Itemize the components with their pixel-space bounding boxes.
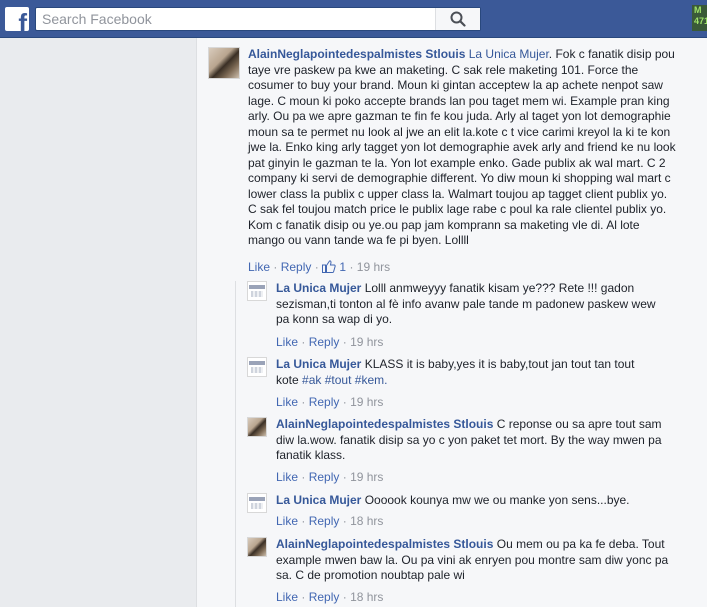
top-navigation-bar: f M 471 — [0, 0, 707, 38]
separator: · — [301, 395, 309, 409]
separator: · — [301, 590, 309, 604]
separator: · — [301, 514, 309, 528]
reply-timestamp[interactable]: 19 hrs — [350, 335, 383, 349]
search-input[interactable] — [36, 8, 442, 30]
facebook-logo-glyph: f — [18, 8, 27, 31]
reply-actions: Like · Reply · 19 hrs — [276, 470, 383, 484]
like-link[interactable]: Like — [248, 260, 270, 274]
reply-actions: Like · Reply · 19 hrs — [276, 335, 383, 349]
like-link[interactable]: Like — [276, 395, 298, 409]
comment-timestamp[interactable]: 19 hrs — [357, 260, 390, 274]
reply-actions: Like · Reply · 19 hrs — [276, 395, 383, 409]
reply-body: La Unica Mujer Lolll anmweyyy fanatik ki… — [276, 281, 669, 328]
reply-author[interactable]: La Unica Mujer — [276, 357, 361, 371]
avatar[interactable] — [208, 47, 240, 79]
reply-actions: Like · Reply · 18 hrs — [276, 590, 383, 604]
reply-link[interactable]: Reply — [309, 514, 340, 528]
separator: · — [301, 470, 309, 484]
like-link[interactable]: Like — [276, 590, 298, 604]
reply-link[interactable]: Reply — [309, 335, 340, 349]
like-link[interactable]: Like — [276, 470, 298, 484]
separator: · — [342, 514, 351, 528]
reply-body: La Unica Mujer Oooook kounya mw we ou ma… — [276, 493, 696, 509]
reply-author[interactable]: La Unica Mujer — [276, 493, 361, 507]
separator: · — [349, 260, 357, 274]
avatar[interactable] — [247, 357, 267, 377]
comment-body: AlainNeglapointedespalmistes Stlouis La … — [248, 47, 676, 249]
thumbs-up-icon[interactable] — [322, 260, 336, 273]
separator: · — [314, 260, 323, 274]
hashtag-link[interactable]: #kem. — [355, 373, 388, 387]
search-box — [35, 7, 481, 31]
hashtag-link[interactable]: #ak — [302, 373, 321, 387]
avatar[interactable] — [247, 281, 267, 301]
comment-text: . Fok c fanatik disip pou taye vre paske… — [248, 47, 676, 247]
separator: · — [342, 470, 351, 484]
reply-timestamp[interactable]: 18 hrs — [350, 514, 383, 528]
like-link[interactable]: Like — [276, 514, 298, 528]
magnifier-icon — [450, 11, 466, 27]
reply-timestamp[interactable]: 18 hrs — [350, 590, 383, 604]
reply-body: AlainNeglapointedespalmistes Stlouis Ou … — [276, 537, 671, 584]
like-count[interactable]: 1 — [339, 260, 346, 274]
avatar[interactable] — [247, 537, 267, 557]
separator: · — [342, 335, 351, 349]
reply-thread-line — [235, 281, 236, 607]
facebook-logo[interactable]: f — [5, 7, 29, 31]
reply-body: La Unica Mujer KLASS it is baby,yes it i… — [276, 357, 646, 388]
reply-author[interactable]: La Unica Mujer — [276, 281, 361, 295]
corner-badge[interactable]: M 471 — [692, 5, 707, 31]
avatar[interactable] — [247, 417, 267, 437]
reply-link[interactable]: Reply — [309, 395, 340, 409]
hashtag-link[interactable]: #tout — [325, 373, 352, 387]
reply-timestamp[interactable]: 19 hrs — [350, 470, 383, 484]
separator: · — [342, 590, 351, 604]
reply-author[interactable]: AlainNeglapointedespalmistes Stlouis — [276, 417, 493, 431]
reply-author[interactable]: AlainNeglapointedespalmistes Stlouis — [276, 537, 493, 551]
reply-text: Oooook kounya mw we ou manke yon sens...… — [364, 493, 630, 507]
separator: · — [301, 335, 309, 349]
reply-link[interactable]: Reply — [281, 260, 312, 274]
separator: · — [342, 395, 351, 409]
reply-timestamp[interactable]: 19 hrs — [350, 395, 383, 409]
comment-mention[interactable]: La Unica Mujer — [469, 47, 549, 61]
comment-author[interactable]: AlainNeglapointedespalmistes Stlouis — [248, 47, 465, 61]
like-link[interactable]: Like — [276, 335, 298, 349]
search-button[interactable] — [435, 8, 480, 30]
reply-link[interactable]: Reply — [309, 470, 340, 484]
separator: · — [273, 260, 281, 274]
reply-body: AlainNeglapointedespalmistes Stlouis C r… — [276, 417, 671, 464]
comment-actions: Like · Reply · 1 · 19 hrs — [248, 260, 390, 274]
reply-link[interactable]: Reply — [309, 590, 340, 604]
avatar[interactable] — [247, 493, 267, 513]
reply-actions: Like · Reply · 18 hrs — [276, 514, 383, 528]
